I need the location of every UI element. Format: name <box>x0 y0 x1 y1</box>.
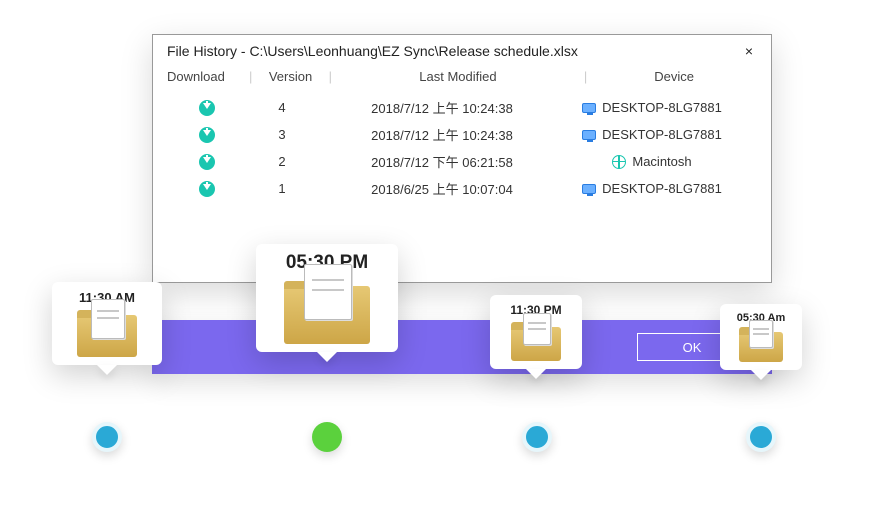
snapshot-card[interactable]: 05:30 PM <box>256 244 398 352</box>
doc-icon <box>749 320 773 348</box>
column-headers: Download| Version| Last Modified| Device <box>153 63 771 94</box>
timeline-band: OK <box>152 320 772 374</box>
dialog-title: File History - C:\Users\Leonhuang\EZ Syn… <box>167 43 578 59</box>
cell-version: 1 <box>247 181 317 196</box>
globe-icon <box>612 155 626 169</box>
timeline-dot[interactable] <box>522 422 552 452</box>
cell-modified: 2018/7/12 上午 10:24:38 <box>317 125 567 144</box>
history-row: 1 2018/6/25 上午 10:07:04 DESKTOP-8LG7881 <box>167 175 757 202</box>
title-bar: File History - C:\Users\Leonhuang\EZ Syn… <box>153 35 771 63</box>
desktop-icon <box>582 130 596 140</box>
snapshot-card[interactable]: 05:30 Am <box>720 304 802 370</box>
cell-device: DESKTOP-8LG7881 <box>567 100 737 115</box>
doc-icon <box>304 264 352 320</box>
folder-icon <box>511 327 561 361</box>
timeline-dot-active[interactable] <box>312 422 342 452</box>
cell-modified: 2018/7/12 上午 10:24:38 <box>317 98 567 117</box>
header-download: Download <box>167 69 245 84</box>
download-icon[interactable] <box>167 181 247 197</box>
folder-icon <box>77 315 137 357</box>
doc-icon <box>91 299 125 339</box>
download-icon[interactable] <box>167 154 247 170</box>
timeline-dot[interactable] <box>746 422 776 452</box>
history-row: 2 2018/7/12 下午 06:21:58 Macintosh <box>167 148 757 175</box>
timeline-dot[interactable] <box>92 422 122 452</box>
history-rows: 4 2018/7/12 上午 10:24:38 DESKTOP-8LG7881 … <box>153 94 771 282</box>
download-icon[interactable] <box>167 100 247 116</box>
desktop-icon <box>582 103 596 113</box>
header-version: Version <box>256 69 324 84</box>
folder-icon <box>739 332 783 362</box>
cell-device: DESKTOP-8LG7881 <box>567 127 737 142</box>
close-button[interactable]: × <box>739 43 759 59</box>
header-device: Device <box>591 69 757 84</box>
cell-modified: 2018/7/12 下午 06:21:58 <box>317 152 567 171</box>
history-row: 3 2018/7/12 上午 10:24:38 DESKTOP-8LG7881 <box>167 121 757 148</box>
folder-icon <box>284 286 370 344</box>
cell-device: Macintosh <box>567 154 737 169</box>
download-icon[interactable] <box>167 127 247 143</box>
header-modified: Last Modified <box>336 69 580 84</box>
cell-device: DESKTOP-8LG7881 <box>567 181 737 196</box>
cell-version: 2 <box>247 154 317 169</box>
history-row: 4 2018/7/12 上午 10:24:38 DESKTOP-8LG7881 <box>167 94 757 121</box>
file-history-dialog: File History - C:\Users\Leonhuang\EZ Syn… <box>152 34 772 283</box>
cell-version: 3 <box>247 127 317 142</box>
cell-modified: 2018/6/25 上午 10:07:04 <box>317 179 567 198</box>
snapshot-card[interactable]: 11:30 AM <box>52 282 162 365</box>
doc-icon <box>523 313 551 345</box>
snapshot-card[interactable]: 11:30 PM <box>490 295 582 369</box>
desktop-icon <box>582 184 596 194</box>
cell-version: 4 <box>247 100 317 115</box>
